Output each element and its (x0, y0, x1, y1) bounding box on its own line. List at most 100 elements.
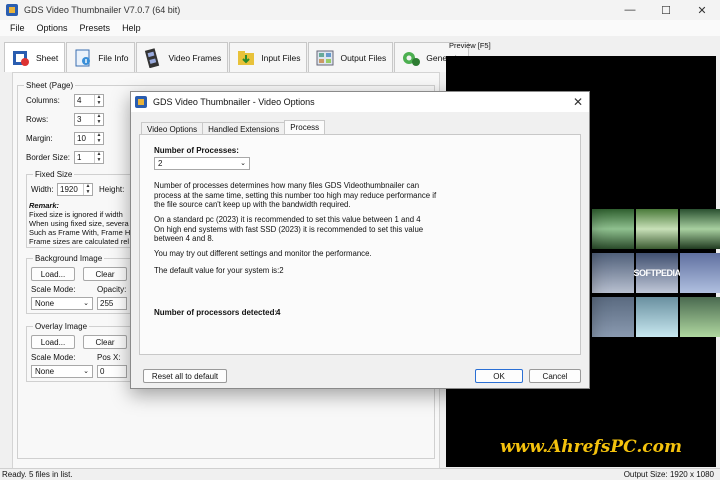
chevron-down-icon[interactable]: ▼ (95, 100, 103, 107)
chevron-down-icon[interactable]: ▼ (84, 189, 92, 196)
chevron-down-icon[interactable]: ▼ (95, 138, 103, 145)
tab-file-info[interactable]: File Info (66, 42, 136, 72)
overlay-image-title: Overlay Image (33, 322, 90, 331)
background-opacity-label: Opacity: (97, 285, 127, 294)
chevron-down-icon: ⌄ (240, 160, 246, 167)
thumbnail (680, 209, 720, 249)
overlay-posx-label: Pos X: (97, 353, 121, 362)
generate-icon (401, 48, 421, 68)
close-icon[interactable]: ✕ (573, 95, 583, 109)
remark-line: Fixed size is ignored if width (29, 210, 123, 219)
close-button[interactable]: ✕ (684, 0, 720, 20)
menu-help[interactable]: Help (116, 23, 147, 33)
processors-detected-value: 4 (276, 308, 281, 317)
tab-sheet[interactable]: Sheet (4, 42, 66, 72)
remark-line: When using fixed size, severa (29, 219, 129, 228)
description-line: the file source can't keep up with the b… (154, 200, 351, 209)
recommendation-line: between 4 and 8. (154, 234, 214, 243)
sheet-icon (11, 48, 31, 68)
chevron-down-icon: ⌄ (83, 300, 89, 307)
background-scale-label: Scale Mode: (31, 285, 76, 294)
thumbnail-row: SOFTPEDIA (592, 253, 720, 295)
num-processes-select[interactable]: 2 ⌄ (154, 157, 250, 170)
thumbnail (636, 297, 678, 337)
overlay-scale-select[interactable]: None ⌄ (31, 365, 93, 378)
thumbnail (592, 253, 634, 293)
film-icon (143, 47, 163, 68)
preview-label: Preview [F5] (449, 41, 491, 50)
background-opacity-spinner[interactable]: 255 (97, 297, 127, 310)
tab-video-frames-label: Video Frames (168, 52, 222, 63)
background-load-button[interactable]: Load... (31, 267, 75, 281)
margin-value: 10 (77, 134, 86, 143)
menu-file[interactable]: File (4, 23, 31, 33)
columns-value: 4 (77, 96, 82, 105)
columns-label: Columns: (26, 96, 60, 105)
columns-spinner[interactable]: 4 ▲ ▼ (74, 94, 104, 107)
softpedia-watermark: SOFTPEDIA (633, 268, 682, 278)
thumbnail-softpedia: SOFTPEDIA (633, 253, 682, 293)
recommendation-line: On high end systems with fast SSD (2023)… (154, 224, 424, 234)
tab-sheet-label: Sheet (36, 52, 59, 63)
height-label: Height: (99, 185, 125, 194)
overlay-posx-spinner[interactable]: 0 (97, 365, 127, 378)
menu-options[interactable]: Options (31, 23, 74, 33)
video-options-dialog: GDS Video Thumbnailer - Video Options ✕ … (130, 91, 590, 389)
tab-input-files[interactable]: Input Files (229, 42, 308, 72)
tab-output-files[interactable]: Output Files (308, 42, 394, 72)
description-line: process at the same time, setting this n… (154, 190, 437, 200)
process-panel: Number of Processes: 2 ⌄ Number of proce… (139, 134, 581, 355)
file-info-icon (73, 48, 93, 68)
margin-spinner[interactable]: 10 ▲ ▼ (74, 132, 104, 145)
tab-file-info-label: File Info (98, 52, 129, 63)
num-processes-label: Number of Processes: (154, 146, 239, 155)
overlay-clear-button[interactable]: Clear (83, 335, 127, 349)
menu-presets[interactable]: Presets (74, 23, 117, 33)
overlay-posx-value: 0 (100, 367, 105, 376)
border-size-value: 1 (77, 153, 82, 162)
chevron-down-icon[interactable]: ▼ (95, 119, 103, 126)
overlay-scale-value: None (35, 367, 55, 376)
thumbnail (592, 209, 634, 249)
thumbnail (680, 297, 720, 337)
ok-button[interactable]: OK (475, 369, 523, 383)
tip-text: You may try out different settings and m… (154, 249, 372, 258)
menu-bar: File Options Presets Help (0, 20, 720, 36)
tab-video-frames[interactable]: Video Frames (136, 42, 229, 72)
maximize-button[interactable]: ☐ (648, 0, 684, 20)
overlay-image-group: Overlay Image Load... Clear Scale Mode: … (26, 322, 144, 382)
processors-detected-label: Number of processors detected: (154, 308, 278, 317)
reset-all-button[interactable]: Reset all to default (143, 369, 227, 383)
margin-label: Margin: (26, 134, 53, 143)
background-opacity-value: 255 (100, 299, 114, 308)
rows-spinner[interactable]: 3 ▲ ▼ (74, 113, 104, 126)
background-clear-button[interactable]: Clear (83, 267, 127, 281)
dialog-title-bar: GDS Video Thumbnailer - Video Options ✕ (131, 92, 589, 112)
overlay-load-button[interactable]: Load... (31, 335, 75, 349)
width-spinner[interactable]: 1920 ▲ ▼ (57, 183, 93, 196)
tab-process[interactable]: Process (284, 120, 326, 135)
background-scale-select[interactable]: None ⌄ (31, 297, 93, 310)
remark-line: Frame sizes are calculated rel (29, 237, 130, 246)
minimize-button[interactable]: — (612, 0, 648, 20)
window-title: GDS Video Thumbnailer V7.0.7 (64 bit) (24, 5, 181, 15)
thumbnail (680, 253, 720, 293)
cancel-button[interactable]: Cancel (529, 369, 581, 383)
remark-line: Such as Frame With, Frame H (29, 228, 131, 237)
border-size-spinner[interactable]: 1 ▲ ▼ (74, 151, 104, 164)
chevron-down-icon[interactable]: ▼ (95, 157, 103, 164)
rows-value: 3 (77, 115, 82, 124)
remark-title: Remark: (29, 201, 60, 210)
title-bar: GDS Video Thumbnailer V7.0.7 (64 bit) — … (0, 0, 720, 20)
description-line: Number of processes determines how many … (154, 181, 420, 190)
output-files-icon (315, 48, 335, 68)
thumbnail-row (592, 297, 720, 339)
input-files-icon (236, 48, 256, 68)
recommendation-line: On a standard pc (2023) it is recommende… (154, 215, 421, 224)
app-icon (135, 96, 147, 108)
default-value-text: The default value for your system is:2 (154, 266, 284, 275)
output-size-text: Output Size: 1920 x 1080 (623, 470, 714, 479)
fixed-size-group: Fixed Size Width: 1920 ▲ ▼ Height: Remark… (26, 170, 144, 248)
num-processes-value: 2 (158, 159, 163, 168)
site-watermark: www.AhrefsPC.com (500, 437, 682, 457)
